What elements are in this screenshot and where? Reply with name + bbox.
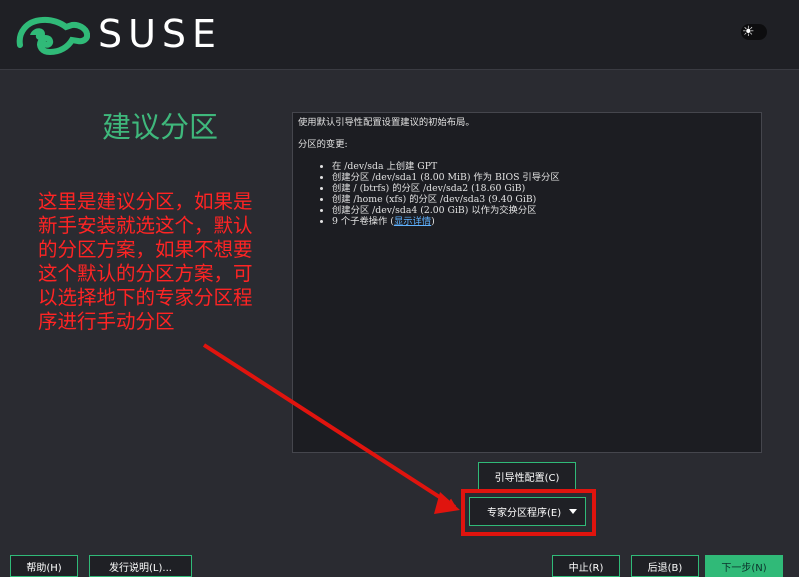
expert-partitioner-button[interactable]: 专家分区程序(E) — [469, 497, 586, 526]
bootloader-config-button[interactable]: 引导性配置(C) — [478, 462, 576, 490]
expert-partitioner-label: 专家分区程序(E) — [487, 508, 562, 519]
chevron-down-icon — [569, 509, 577, 514]
back-button[interactable]: 后退(B) — [631, 555, 699, 577]
help-button[interactable]: 帮助(H) — [10, 555, 78, 577]
release-notes-button[interactable]: 发行说明(L)... — [89, 555, 192, 577]
abort-button[interactable]: 中止(R) — [552, 555, 620, 577]
annotation-arrow-icon — [202, 343, 460, 514]
next-button[interactable]: 下一步(N) — [705, 555, 783, 577]
